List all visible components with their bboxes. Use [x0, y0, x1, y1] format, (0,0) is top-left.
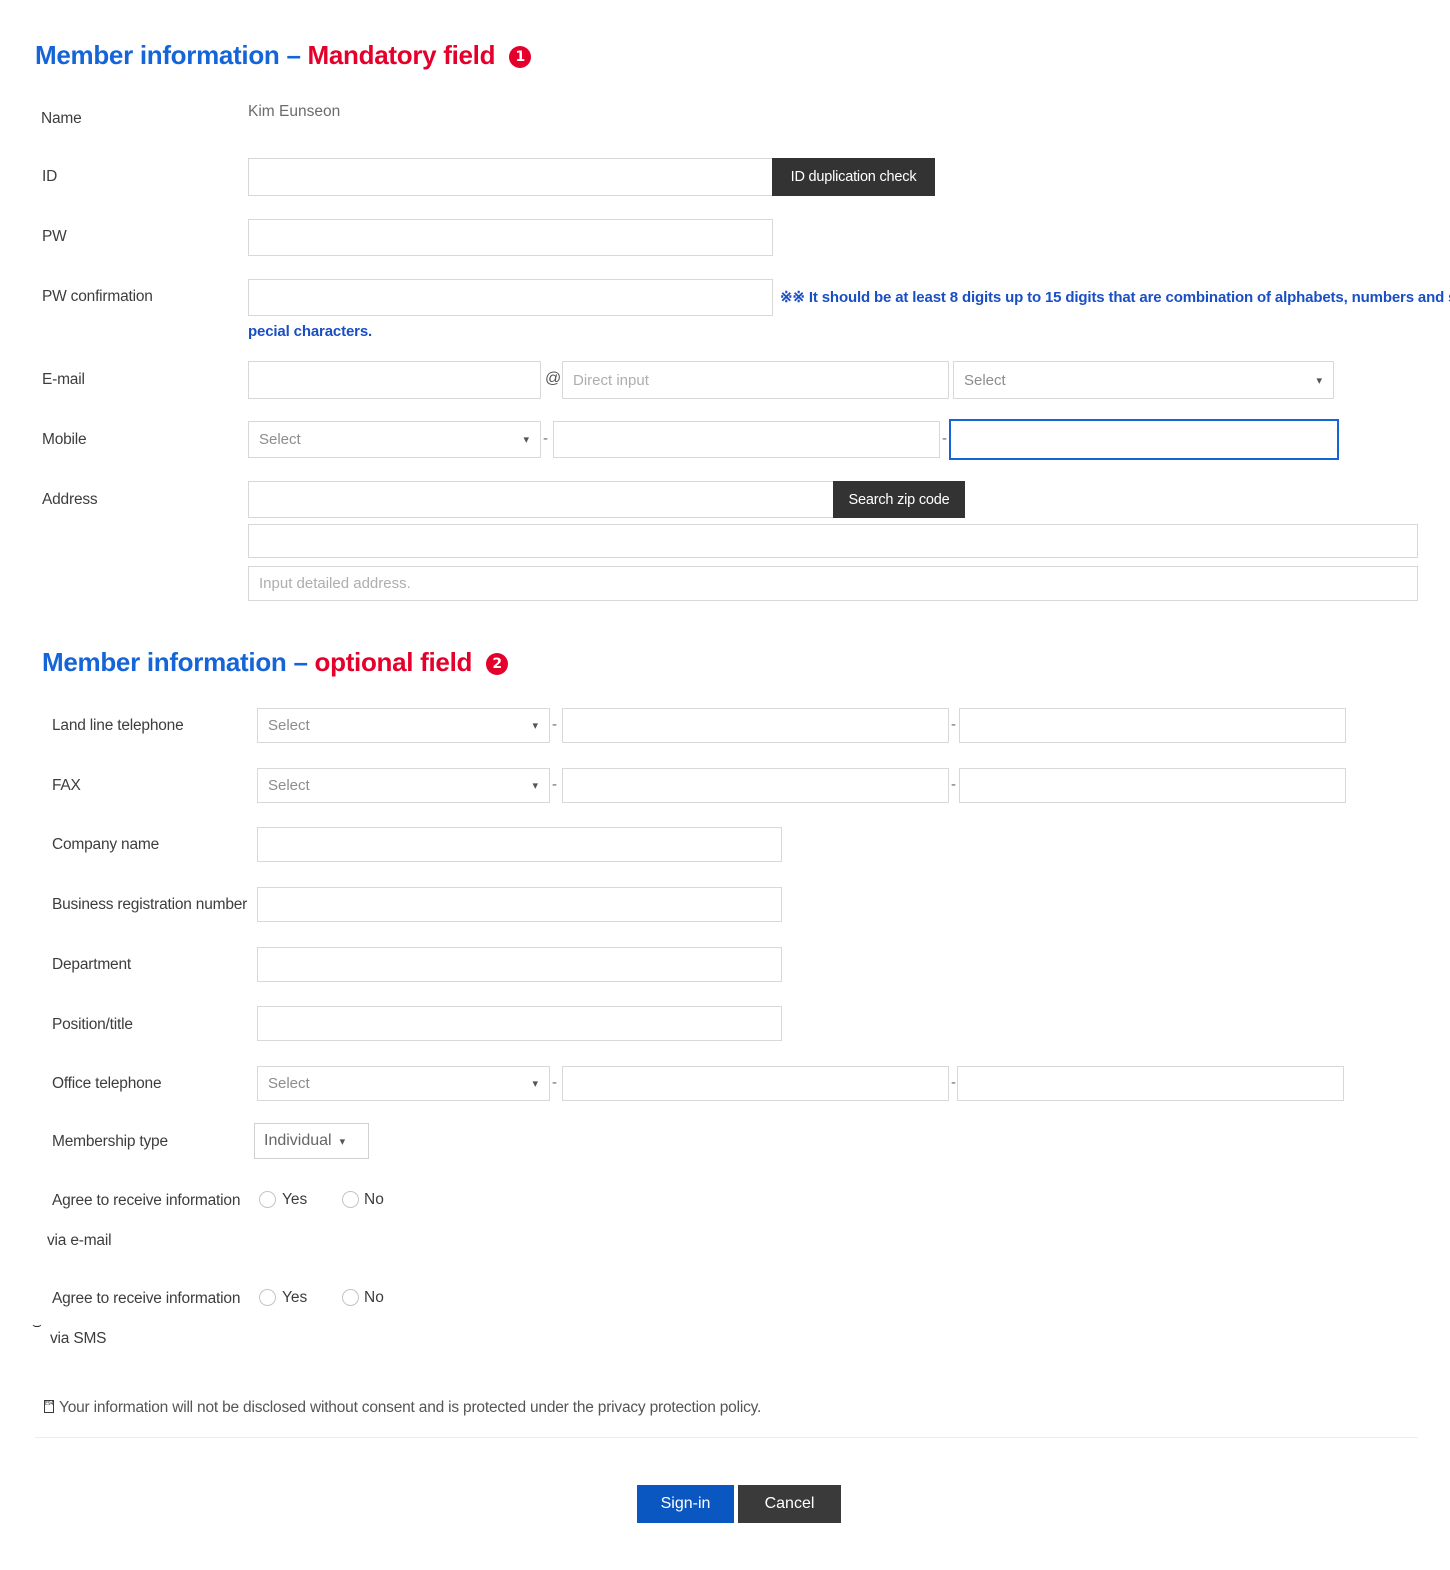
- pw-confirmation-input[interactable]: [248, 279, 773, 316]
- agree-sms-label: Agree to receive information: [52, 1290, 241, 1307]
- business-registration-label: Business registration number: [52, 896, 248, 913]
- search-zip-code-button[interactable]: Search zip code: [833, 481, 965, 518]
- address-main-input[interactable]: [248, 524, 1418, 558]
- signup-form-page: Member information – Mandatory field 1 Na…: [0, 0, 1450, 1570]
- company-name-input[interactable]: [257, 827, 782, 862]
- mobile-prefix-select[interactable]: Select ▾: [248, 421, 541, 458]
- mobile-part2-input[interactable]: [553, 421, 940, 458]
- fax-prefix-select[interactable]: Select ▾: [257, 768, 550, 803]
- landline-prefix-select-value: Select: [268, 717, 310, 734]
- mandatory-heading-main: Member information: [35, 40, 280, 70]
- fax-part3-input[interactable]: [959, 768, 1346, 803]
- mandatory-heading-dash: –: [279, 40, 308, 70]
- company-name-label: Company name: [52, 836, 160, 853]
- fax-prefix-select-value: Select: [268, 777, 310, 794]
- pw-label: PW: [42, 228, 67, 245]
- department-input[interactable]: [257, 947, 782, 982]
- mandatory-heading-sub: Mandatory field: [307, 40, 496, 70]
- missing-glyph-icon: E94E: [44, 1400, 54, 1413]
- mandatory-badge-icon: 1: [509, 46, 532, 68]
- mobile-separator-2: -: [942, 430, 947, 447]
- optional-heading-dash: –: [286, 647, 315, 677]
- chevron-down-icon: ▾: [532, 719, 538, 732]
- office-telephone-part2-input[interactable]: [562, 1066, 949, 1101]
- membership-type-select-value: Individual: [264, 1132, 332, 1149]
- sign-in-button[interactable]: Sign-in: [637, 1485, 734, 1523]
- landline-separator-2: -: [951, 716, 956, 733]
- office-telephone-label: Office telephone: [52, 1075, 162, 1092]
- office-telephone-prefix-select-value: Select: [268, 1075, 310, 1092]
- cancel-button[interactable]: Cancel: [738, 1485, 841, 1523]
- chevron-down-icon: ▾: [523, 433, 529, 446]
- agree-sms-yes-label: Yes: [282, 1289, 308, 1306]
- office-telephone-prefix-select[interactable]: Select ▾: [257, 1066, 550, 1101]
- mobile-label: Mobile: [42, 431, 87, 448]
- mandatory-section-heading: Member information – Mandatory field 1: [35, 40, 532, 71]
- pw-confirmation-label: PW confirmation: [42, 288, 153, 305]
- agree-email-label: Agree to receive information: [52, 1192, 241, 1209]
- zip-code-input[interactable]: [248, 481, 835, 518]
- fax-part2-input[interactable]: [562, 768, 949, 803]
- mobile-prefix-select-value: Select: [259, 431, 301, 448]
- id-duplication-check-button[interactable]: ID duplication check: [772, 158, 935, 196]
- id-input[interactable]: [248, 158, 773, 196]
- office-telephone-part3-input[interactable]: [957, 1066, 1344, 1101]
- email-domain-select[interactable]: Select ▾: [953, 361, 1334, 399]
- email-label: E-mail: [42, 371, 85, 388]
- office-telephone-separator-1: -: [552, 1074, 557, 1091]
- address-label: Address: [42, 491, 98, 508]
- landline-label: Land line telephone: [52, 717, 184, 734]
- privacy-note-text: Your information will not be disclosed w…: [59, 1399, 762, 1416]
- name-label: Name: [41, 110, 82, 127]
- agree-sms-yes-radio[interactable]: [259, 1289, 276, 1306]
- department-label: Department: [52, 956, 131, 973]
- agree-sms-no-label: No: [364, 1289, 384, 1306]
- optional-heading-sub: optional field: [314, 647, 473, 677]
- chevron-down-icon: ▾: [339, 1134, 346, 1148]
- email-domain-input[interactable]: [562, 361, 949, 399]
- agree-email-no-label: No: [364, 1191, 384, 1208]
- footer-divider: [35, 1437, 1418, 1438]
- pw-input[interactable]: [248, 219, 773, 256]
- landline-prefix-select[interactable]: Select ▾: [257, 708, 550, 743]
- position-title-input[interactable]: [257, 1006, 782, 1041]
- agree-email-yes-radio[interactable]: [259, 1191, 276, 1208]
- agree-email-no-radio[interactable]: [342, 1191, 359, 1208]
- optional-badge-icon: 2: [486, 653, 509, 675]
- position-title-label: Position/title: [52, 1016, 133, 1033]
- email-local-input[interactable]: [248, 361, 541, 399]
- id-label: ID: [42, 168, 58, 185]
- membership-type-select[interactable]: Individual ▾: [254, 1123, 369, 1159]
- email-at-symbol: @: [545, 370, 562, 387]
- email-domain-select-value: Select: [964, 371, 1006, 389]
- mobile-separator-1: -: [543, 430, 548, 447]
- address-detail-input[interactable]: [248, 566, 1418, 601]
- privacy-note: E94E Your information will not be disclos…: [44, 1399, 761, 1417]
- agree-sms-label-line2: via SMS: [50, 1330, 107, 1347]
- chevron-down-icon: ▾: [532, 1077, 538, 1090]
- office-telephone-separator-2: -: [951, 1074, 956, 1091]
- agree-sms-no-radio[interactable]: [342, 1289, 359, 1306]
- agree-email-label-line2: via e-mail: [47, 1232, 112, 1249]
- mobile-part3-input[interactable]: [949, 419, 1339, 460]
- optional-section-heading: Member information – optional field 2: [42, 647, 509, 678]
- pw-rule-note-line1: ※※ It should be at least 8 digits up to …: [780, 289, 1450, 306]
- membership-type-label: Membership type: [52, 1133, 168, 1150]
- landline-part2-input[interactable]: [562, 708, 949, 743]
- agree-email-yes-label: Yes: [282, 1191, 308, 1208]
- optional-heading-main: Member information: [42, 647, 287, 677]
- business-registration-input[interactable]: [257, 887, 782, 922]
- fax-separator-2: -: [951, 776, 956, 793]
- name-value: Kim Eunseon: [248, 103, 341, 120]
- landline-separator-1: -: [552, 716, 557, 733]
- landline-part3-input[interactable]: [959, 708, 1346, 743]
- pw-rule-note-line2: pecial characters.: [248, 323, 373, 340]
- chevron-down-icon: ▾: [532, 779, 538, 792]
- clipped-glyph-artifact: ⌣: [32, 1316, 42, 1334]
- fax-label: FAX: [52, 777, 81, 794]
- fax-separator-1: -: [552, 776, 557, 793]
- chevron-down-icon: ▾: [1316, 373, 1322, 387]
